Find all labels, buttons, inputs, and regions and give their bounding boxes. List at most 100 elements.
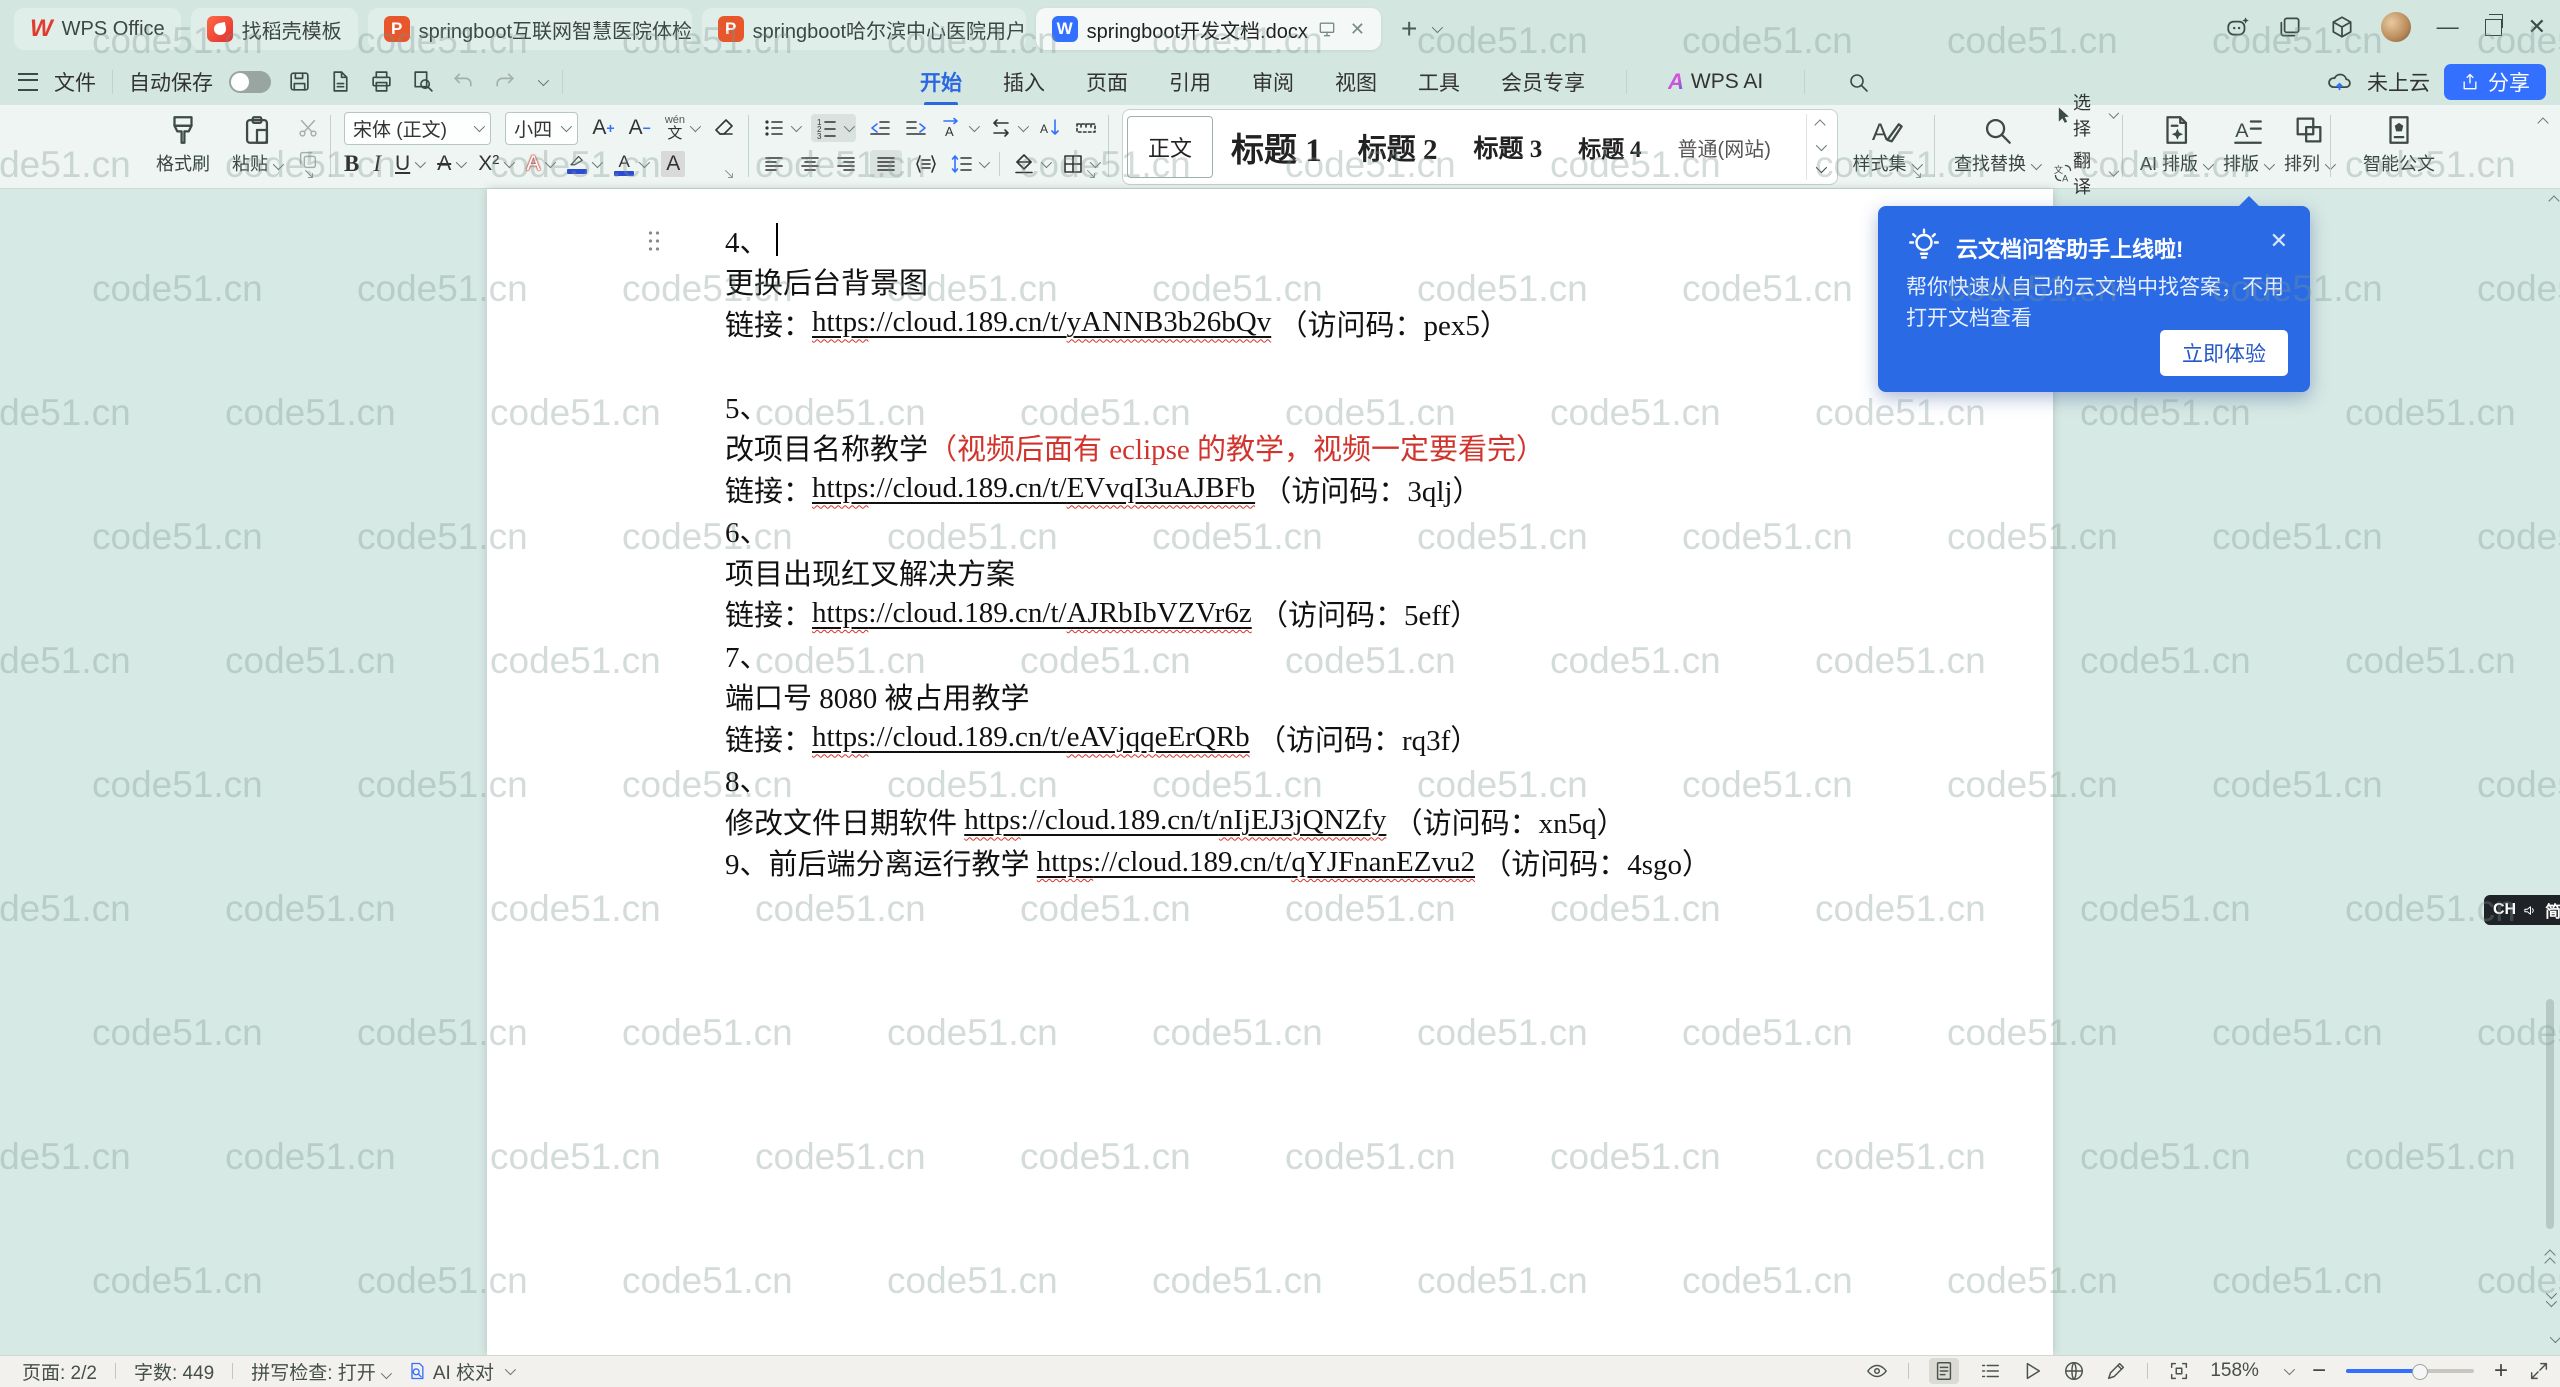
paragraph-dialog-launcher-icon[interactable] [1084,167,1098,181]
style-item[interactable]: 标题 3 [1456,129,1561,165]
highlight-color-button[interactable] [567,154,600,174]
menu-item[interactable]: 会员专享 [1501,67,1585,97]
decrease-font-button[interactable]: A− [629,116,651,140]
ai-layout-button[interactable]: AI 排版 [2134,105,2217,183]
document-tab[interactable]: Pspringboot哈尔滨中心医院用户移动 [702,8,1026,50]
style-item[interactable]: 标题 4 [1560,130,1659,164]
document-content[interactable]: 4、更换后台背景图链接：https://cloud.189.cn/t/yANNB… [725,219,1843,883]
gallery-scroll-down-icon[interactable] [1816,140,1827,151]
autosave-toggle[interactable] [229,71,271,93]
bold-button[interactable]: B [344,151,359,177]
smart-doc-button[interactable]: 智能公文 [2344,105,2454,183]
select-button[interactable]: 选择 [2053,89,2116,141]
menu-item[interactable]: 审阅 [1252,67,1294,97]
document-page[interactable]: 4、更换后台背景图链接：https://cloud.189.cn/t/yANNB… [487,189,2053,1355]
search-icon[interactable] [1846,70,1870,94]
zoom-slider-thumb[interactable] [2412,1364,2428,1380]
decrease-indent-icon[interactable] [868,116,892,140]
zoom-out-button[interactable]: − [2312,1357,2326,1385]
layout-button[interactable]: A 排版 [2217,105,2278,183]
align-right-icon[interactable] [834,152,858,176]
font-dialog-launcher-icon[interactable] [722,167,736,181]
menu-item[interactable]: 工具 [1418,67,1460,97]
file-menu[interactable]: 文件 [54,67,96,97]
doc-link[interactable]: https://cloud.189.cn/t/qYJFnanEZvu2 [1037,846,1475,879]
tab-stops-icon[interactable] [1074,116,1098,140]
save-icon[interactable] [287,69,312,94]
fullscreen-icon[interactable] [2528,1360,2550,1382]
style-item[interactable]: 标题 1 [1213,123,1340,171]
close-tab-icon[interactable]: ✕ [1350,19,1365,40]
wps-assistant-icon[interactable] [2225,14,2251,40]
sort-icon[interactable]: A [1038,116,1062,140]
menu-item[interactable]: 引用 [1169,67,1211,97]
eye-protection-icon[interactable] [1866,1360,1888,1382]
font-size-select[interactable]: 小四 [505,112,578,145]
align-left-icon[interactable] [762,152,786,176]
ai-proofread[interactable]: AI 校对 [407,1358,513,1385]
align-center-icon[interactable] [798,152,822,176]
style-item[interactable]: 标题 2 [1340,126,1456,168]
word-count[interactable]: 字数: 449 [134,1358,214,1385]
asian-layout-icon[interactable] [989,116,1026,140]
export-icon[interactable] [328,69,353,94]
cut-icon[interactable] [297,117,319,139]
clear-format-icon[interactable] [712,116,736,140]
character-shading-button[interactable]: A [661,151,685,177]
scroll-up-icon[interactable] [2548,195,2559,206]
slideshow-view-icon[interactable] [2021,1360,2043,1382]
popup-cta-button[interactable]: 立即体验 [2160,330,2288,376]
format-painter-button[interactable]: 格式刷 [150,105,216,183]
menu-item[interactable]: 视图 [1335,67,1377,97]
previous-page-icon[interactable] [2546,1251,2554,1267]
popup-close-icon[interactable]: ✕ [2270,228,2288,254]
superscript-button[interactable]: X² [478,152,512,176]
3d-cube-icon[interactable] [2329,14,2355,40]
collapse-ribbon-icon[interactable] [2537,117,2548,128]
shading-icon[interactable] [1012,152,1049,176]
ink-pen-icon[interactable] [2105,1360,2127,1382]
text-direction-icon[interactable]: A [940,116,977,140]
share-button[interactable]: 分享 [2444,64,2546,100]
line-spacing-icon[interactable] [950,152,987,176]
doc-link[interactable]: https://cloud.189.cn/t/eAVjqqeErQRb [812,721,1250,754]
doc-link[interactable]: https://cloud.189.cn/t/yANNB3b26bQv [812,306,1271,339]
document-tab[interactable]: Wspringboot开发文档.docx✕ [1036,8,1381,50]
restore-button[interactable] [2485,19,2502,36]
document-tab[interactable]: Pspringboot互联网智慧医院体检平台 [368,8,692,50]
zoom-slider[interactable] [2346,1369,2474,1373]
zoom-level[interactable]: 158% [2210,1360,2259,1382]
styles-dialog-launcher-icon[interactable] [1910,167,1924,181]
gallery-scroll-up-icon[interactable] [1814,119,1825,130]
undo-icon[interactable] [451,69,476,94]
outline-view-icon[interactable] [1979,1360,2001,1382]
font-color-button[interactable]: A [614,153,647,176]
doc-link[interactable]: https://cloud.189.cn/t/nIjEJ3jQNZfy [964,804,1386,837]
bullet-list-icon[interactable] [762,116,799,140]
stacked-windows-icon[interactable] [2277,14,2303,40]
distribute-icon[interactable] [914,152,938,176]
print-preview-icon[interactable] [410,69,435,94]
page-view-icon[interactable] [1929,1358,1959,1384]
fit-page-icon[interactable] [2168,1360,2190,1382]
find-replace-button[interactable]: 查找替换 [1948,105,2045,183]
paragraph-drag-handle-icon[interactable] [647,229,661,251]
clipboard-dialog-launcher-icon[interactable] [302,167,316,181]
undo-redo-dropdown-icon[interactable] [538,74,549,85]
doc-link[interactable]: https://cloud.189.cn/t/AJRbIbVZVr6z [812,597,1252,630]
document-tab[interactable]: WWPS Office [14,8,181,50]
numbered-list-icon[interactable]: 123 [811,114,856,142]
style-item[interactable]: 普通(网站) [1660,133,1789,162]
print-icon[interactable] [369,69,394,94]
gallery-more-icon[interactable] [1816,162,1827,173]
scrollbar-thumb[interactable] [2546,999,2554,1229]
page-indicator[interactable]: 页面: 2/2 [22,1358,97,1385]
zoom-dropdown-icon[interactable] [2284,1364,2295,1375]
vertical-scrollbar[interactable] [2542,189,2558,1355]
hamburger-icon[interactable] [18,73,38,91]
menu-item-wps-ai[interactable]: AWPS AI [1668,69,1763,95]
paste-button[interactable]: 粘贴 [226,105,287,183]
scroll-down-icon[interactable] [2550,1332,2560,1343]
document-tab[interactable]: 找稻壳模板 [191,8,358,50]
underline-button[interactable]: U [395,152,423,176]
